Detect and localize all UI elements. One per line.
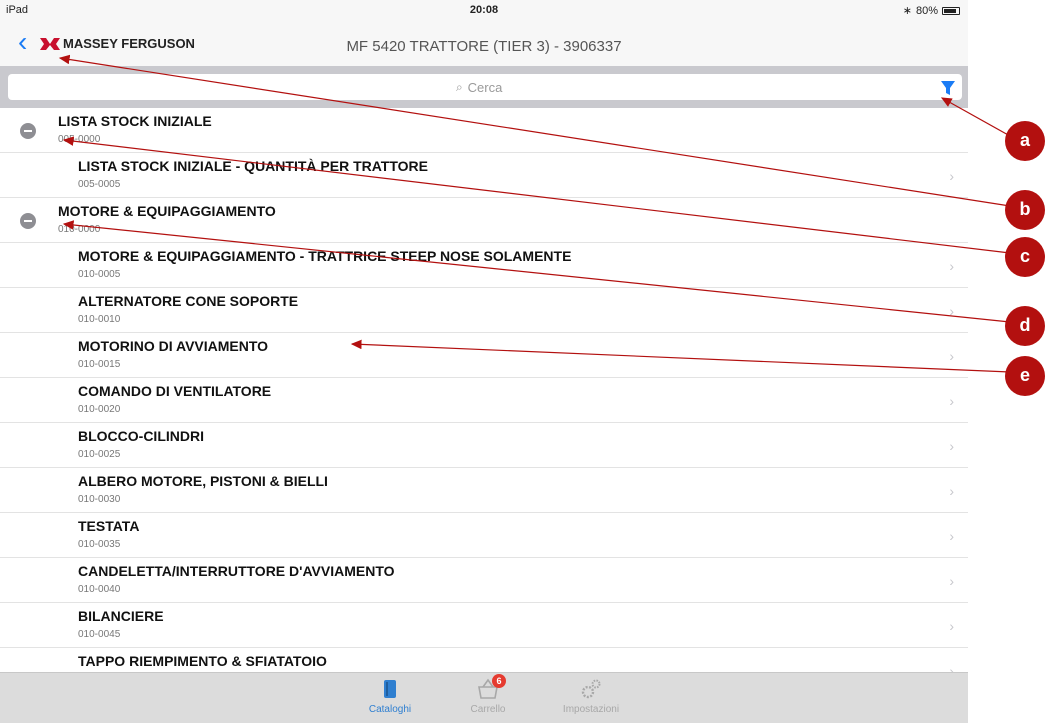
list-item[interactable]: COMANDO DI VENTILATORE 010-0020 › xyxy=(0,378,968,423)
item-title: COMANDO DI VENTILATORE xyxy=(78,383,272,399)
list-item[interactable]: MOTORINO DI AVVIAMENTO 010-0015 › xyxy=(0,333,968,378)
item-title: MOTORINO DI AVVIAMENTO xyxy=(78,338,269,354)
list-item[interactable]: LISTA STOCK INIZIALE - QUANTITÀ PER TRAT… xyxy=(0,153,968,198)
chevron-right-icon: › xyxy=(949,528,954,544)
annotated-screenshot: iPad 20:08 ∗ 80% ‹ MASSEY FERGUSON MF 54… xyxy=(0,0,1054,723)
item-code: 010-0020 xyxy=(78,404,121,415)
chevron-right-icon: › xyxy=(949,393,954,409)
item-code: 010-0035 xyxy=(78,539,121,550)
section-title: MOTORE & EQUIPAGGIAMENTO xyxy=(58,203,276,219)
item-title: BLOCCO-CILINDRI xyxy=(78,428,204,444)
item-code: 010-0045 xyxy=(78,629,121,640)
list-item[interactable]: ALTERNATORE CONE SOPORTE 010-0010 › xyxy=(0,288,968,333)
battery-icon xyxy=(942,6,960,15)
status-bar: iPad 20:08 ∗ 80% xyxy=(0,0,968,20)
item-code: 010-0025 xyxy=(78,449,121,460)
item-code: 010-0015 xyxy=(78,359,121,370)
search-bar-container: ⌕ xyxy=(0,66,968,108)
item-title: ALTERNATORE CONE SOPORTE xyxy=(78,293,299,309)
item-title: LISTA STOCK INIZIALE - QUANTITÀ PER TRAT… xyxy=(78,158,428,174)
section-code: 010-0000 xyxy=(58,224,101,235)
item-code: 010-0010 xyxy=(78,314,121,325)
chevron-right-icon: › xyxy=(949,663,954,672)
tab-label: Carrello xyxy=(470,704,506,715)
gears-icon xyxy=(581,679,601,699)
ipad-screen: iPad 20:08 ∗ 80% ‹ MASSEY FERGUSON MF 54… xyxy=(0,0,968,723)
tab-label: Impostazioni xyxy=(562,704,620,715)
chevron-right-icon: › xyxy=(949,258,954,274)
chevron-right-icon: › xyxy=(949,573,954,589)
collapse-section-icon[interactable] xyxy=(20,213,36,229)
chevron-right-icon: › xyxy=(949,483,954,499)
page-title: MF 5420 TRATTORE (TIER 3) - 3906337 xyxy=(346,38,622,55)
item-title: BILANCIERE xyxy=(78,608,164,624)
search-field: ⌕ xyxy=(8,74,962,100)
chevron-right-icon: › xyxy=(949,303,954,319)
chevron-right-icon: › xyxy=(949,168,954,184)
chevron-right-icon: › xyxy=(949,348,954,364)
callout-d: d xyxy=(1005,306,1045,346)
item-code: 010-0005 xyxy=(78,269,121,280)
callout-a: a xyxy=(1005,121,1045,161)
bluetooth-icon: ∗ xyxy=(902,5,912,17)
battery-indicator: ∗ 80% xyxy=(903,4,960,17)
item-title: TAPPO RIEMPIMENTO & SFIATATOIO xyxy=(78,653,327,669)
list-item[interactable]: ALBERO MOTORE, PISTONI & BIELLI 010-0030… xyxy=(0,468,968,513)
item-code: 010-0040 xyxy=(78,584,121,595)
item-title: TESTATA xyxy=(78,518,140,534)
item-title: CANDELETTA/INTERRUTTORE D'AVVIAMENTO xyxy=(78,563,395,579)
navigation-bar: ‹ MASSEY FERGUSON MF 5420 TRATTORE (TIER… xyxy=(0,20,968,66)
section-code: 005-0000 xyxy=(58,134,101,145)
tab-carrello[interactable]: 6 Carrello xyxy=(443,674,533,715)
list-item[interactable]: MOTORE & EQUIPAGGIAMENTO - TRATTRICE STE… xyxy=(0,243,968,288)
list-item[interactable]: BILANCIERE 010-0045 › xyxy=(0,603,968,648)
tab-impostazioni[interactable]: Impostazioni xyxy=(546,677,636,715)
book-icon xyxy=(384,680,396,698)
list-item[interactable]: CANDELETTA/INTERRUTTORE D'AVVIAMENTO 010… xyxy=(0,558,968,603)
filter-icon[interactable] xyxy=(940,80,956,96)
tab-label: Cataloghi xyxy=(368,704,412,715)
search-input[interactable] xyxy=(8,74,962,100)
tab-cataloghi[interactable]: Cataloghi xyxy=(345,677,435,715)
section-row[interactable]: MOTORE & EQUIPAGGIAMENTO 010-0000 xyxy=(0,198,968,243)
callout-c: c xyxy=(1005,237,1045,277)
status-time: 20:08 xyxy=(469,4,499,16)
list-item[interactable]: TESTATA 010-0035 › xyxy=(0,513,968,558)
chevron-right-icon: › xyxy=(949,438,954,454)
battery-percent: 80% xyxy=(915,4,938,17)
section-title: LISTA STOCK INIZIALE xyxy=(58,113,212,129)
tab-bar: Cataloghi 6 Carrello Impostazioni xyxy=(0,672,968,723)
chevron-right-icon: › xyxy=(949,618,954,634)
item-title: ALBERO MOTORE, PISTONI & BIELLI xyxy=(78,473,328,489)
item-code: 010-0030 xyxy=(78,494,121,505)
list-item[interactable]: TAPPO RIEMPIMENTO & SFIATATOIO › xyxy=(0,648,968,672)
cart-count-badge: 6 xyxy=(492,674,506,688)
catalog-list: LISTA STOCK INIZIALE 005-0000 LISTA STOC… xyxy=(0,108,968,672)
callout-e: e xyxy=(1005,356,1045,396)
item-code: 005-0005 xyxy=(78,179,121,190)
basket-icon-wrap: 6 xyxy=(476,674,506,701)
section-row[interactable]: LISTA STOCK INIZIALE 005-0000 xyxy=(0,108,968,153)
item-title: MOTORE & EQUIPAGGIAMENTO - TRATTRICE STE… xyxy=(78,248,572,264)
list-item[interactable]: BLOCCO-CILINDRI 010-0025 › xyxy=(0,423,968,468)
callout-b: b xyxy=(1005,190,1045,230)
collapse-section-icon[interactable] xyxy=(20,123,36,139)
